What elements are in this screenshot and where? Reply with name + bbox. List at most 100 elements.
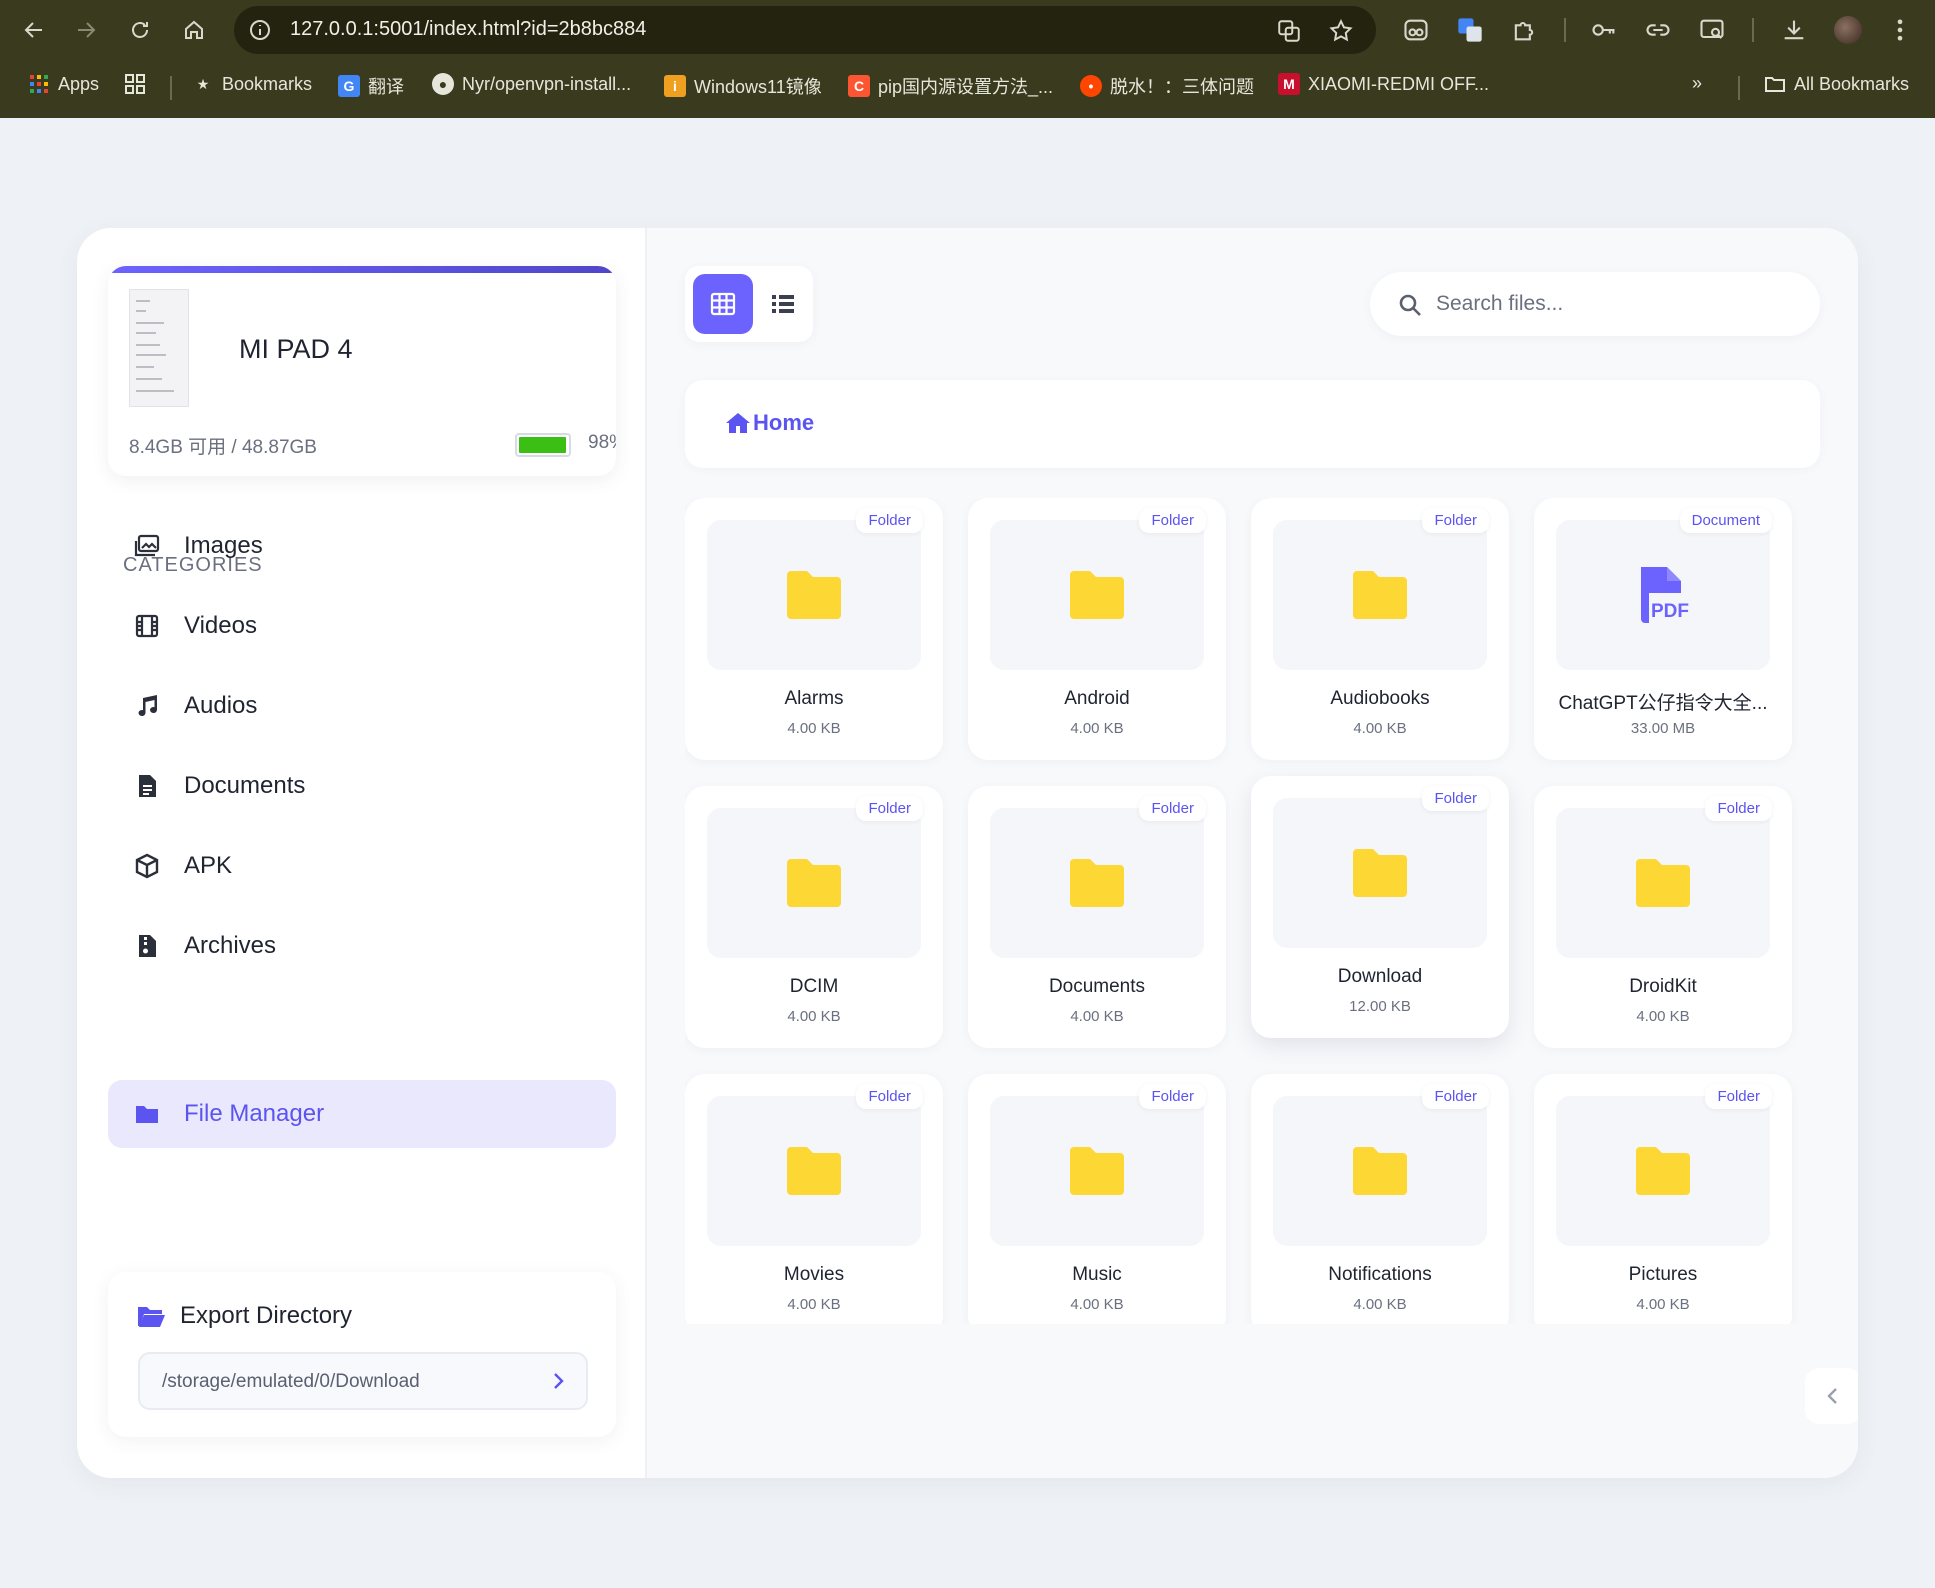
file-card[interactable]: Folder Download 12.00 KB	[1251, 776, 1509, 1038]
export-path-selector[interactable]: /storage/emulated/0/Download	[138, 1352, 588, 1410]
reddit-icon: •	[1080, 75, 1102, 97]
file-thumbnail	[707, 1096, 921, 1246]
file-name: ChatGPT公仔指令大全...	[1558, 693, 1768, 714]
file-card[interactable]: Folder Music 4.00 KB	[968, 1074, 1226, 1324]
folder-icon	[1636, 1147, 1690, 1195]
category-file-manager[interactable]: File Manager	[108, 1080, 616, 1148]
bookmark-github[interactable]: ● Nyr/openvpn-install...	[432, 73, 631, 95]
file-card[interactable]: Folder Documents 4.00 KB	[968, 786, 1226, 1048]
file-size: 4.00 KB	[1070, 1008, 1124, 1025]
file-type-badge: Folder	[1139, 508, 1206, 533]
device-screenshot-thumbnail	[129, 289, 189, 407]
toolbar-divider	[1752, 18, 1754, 42]
category-archives[interactable]: Archives	[108, 912, 616, 980]
app-container: MI PAD 4 8.4GB 可用 / 48.87GB 98% CATEGORI…	[77, 228, 1858, 1478]
link-icon[interactable]	[1644, 16, 1672, 44]
file-card[interactable]: Folder Android 4.00 KB	[968, 498, 1226, 760]
battery-percent: 98%	[588, 432, 616, 453]
file-name: Download	[1337, 966, 1423, 987]
back-icon[interactable]	[16, 12, 52, 48]
file-name: Documents	[1048, 976, 1146, 997]
file-type-badge: Folder	[1705, 796, 1772, 821]
file-card[interactable]: Folder Notifications 4.00 KB	[1251, 1074, 1509, 1324]
folder-icon	[132, 1099, 162, 1129]
category-apk[interactable]: APK	[108, 832, 616, 900]
pdf-file-icon: PDF	[1641, 567, 1689, 623]
chevron-right-icon	[554, 1373, 564, 1389]
grid-icon	[710, 292, 736, 316]
category-audios[interactable]: Audios	[108, 672, 616, 740]
list-icon	[772, 295, 794, 313]
file-card[interactable]: Folder DCIM 4.00 KB	[685, 786, 943, 1048]
more-menu-icon[interactable]	[1886, 16, 1914, 44]
file-thumbnail: PDF	[1556, 520, 1770, 670]
extension-eyes-icon[interactable]	[1402, 16, 1430, 44]
file-card[interactable]: Folder Alarms 4.00 KB	[685, 498, 943, 760]
profile-avatar[interactable]	[1834, 16, 1862, 44]
bookmark-pip[interactable]: C pip国内源设置方法_...	[848, 73, 1053, 99]
xiaomi-icon: M	[1278, 73, 1300, 95]
bookmark-star-icon[interactable]	[1328, 18, 1354, 44]
file-card[interactable]: Folder Pictures 4.00 KB	[1534, 1074, 1792, 1324]
breadcrumb-home[interactable]: Home	[725, 410, 814, 436]
address-bar[interactable]: 127.0.0.1:5001/index.html?id=2b8bc884	[234, 6, 1376, 54]
site-info-icon[interactable]	[248, 18, 272, 42]
translate-page-icon[interactable]	[1276, 18, 1302, 44]
storage-info: 8.4GB 可用 / 48.87GB	[129, 437, 317, 458]
folder-icon	[1353, 849, 1407, 897]
battery-fill	[519, 437, 567, 453]
google-translate-ext-icon[interactable]	[1456, 16, 1484, 44]
file-card[interactable]: Folder DroidKit 4.00 KB	[1534, 786, 1792, 1048]
password-key-icon[interactable]	[1590, 16, 1618, 44]
bookmarks-overflow-icon[interactable]: »	[1692, 73, 1702, 94]
export-path-text: /storage/emulated/0/Download	[162, 1371, 420, 1392]
reload-icon[interactable]	[122, 12, 158, 48]
bookmark-apps[interactable]: Apps	[28, 73, 99, 95]
bookmark-bookmarks[interactable]: ★ Bookmarks	[192, 73, 312, 95]
list-view-button[interactable]	[753, 274, 813, 334]
file-grid: Folder Alarms 4.00 KB Folder Android 4.00 KB F…	[685, 498, 1825, 1324]
home-icon[interactable]	[176, 12, 212, 48]
page-search-icon[interactable]	[1698, 16, 1726, 44]
device-card: MI PAD 4 8.4GB 可用 / 48.87GB 98%	[108, 266, 616, 476]
file-card[interactable]: PDF Document ChatGPT公仔指令大全... 33.00 MB	[1534, 498, 1792, 760]
all-bookmarks[interactable]: All Bookmarks	[1764, 73, 1909, 95]
category-videos[interactable]: Videos	[108, 592, 616, 660]
file-name: Notifications	[1328, 1264, 1432, 1285]
file-card[interactable]: Folder Audiobooks 4.00 KB	[1251, 498, 1509, 760]
grid-view-button[interactable]	[693, 274, 753, 334]
download-icon[interactable]	[1780, 16, 1808, 44]
search-input[interactable]	[1436, 286, 1796, 322]
export-directory-title: Export Directory	[136, 1302, 352, 1330]
forward-icon[interactable]	[68, 12, 104, 48]
file-card[interactable]: Folder Movies 4.00 KB	[685, 1074, 943, 1324]
svg-text:PDF: PDF	[1651, 601, 1689, 622]
images-icon	[132, 531, 162, 561]
bookmark-xiaomi[interactable]: M XIAOMI-REDMI OFF...	[1278, 73, 1489, 95]
category-documents[interactable]: Documents	[108, 752, 616, 820]
search-icon	[1399, 294, 1421, 316]
bookmark-translate[interactable]: G 翻译	[338, 73, 404, 99]
device-name: MI PAD 4	[239, 334, 353, 364]
file-thumbnail	[1556, 1096, 1770, 1246]
folder-icon	[787, 859, 841, 907]
url-text[interactable]: 127.0.0.1:5001/index.html?id=2b8bc884	[290, 18, 646, 41]
film-icon	[132, 611, 162, 641]
file-thumbnail	[990, 520, 1204, 670]
file-type-badge: Folder	[1139, 1084, 1206, 1109]
previous-page-button[interactable]	[1805, 1368, 1858, 1424]
file-size: 4.00 KB	[1353, 720, 1407, 737]
sidebar: MI PAD 4 8.4GB 可用 / 48.87GB 98% CATEGORI…	[77, 228, 647, 1478]
cube-icon	[132, 851, 162, 881]
bookmark-windows11[interactable]: i Windows11镜像	[664, 73, 822, 99]
bookmark-reddit[interactable]: • 脱水！：三体问题	[1080, 73, 1254, 99]
file-name: DroidKit	[1629, 976, 1697, 997]
file-thumbnail	[990, 1096, 1204, 1246]
apps-grid-icon	[28, 73, 50, 95]
bookmark-tab-groups[interactable]	[124, 73, 146, 95]
extensions-puzzle-icon[interactable]	[1510, 16, 1538, 44]
file-name: DCIM	[789, 976, 839, 997]
chevron-left-icon	[1827, 1388, 1837, 1404]
toolbar-divider	[1564, 18, 1566, 42]
category-images[interactable]: Images	[108, 512, 616, 580]
